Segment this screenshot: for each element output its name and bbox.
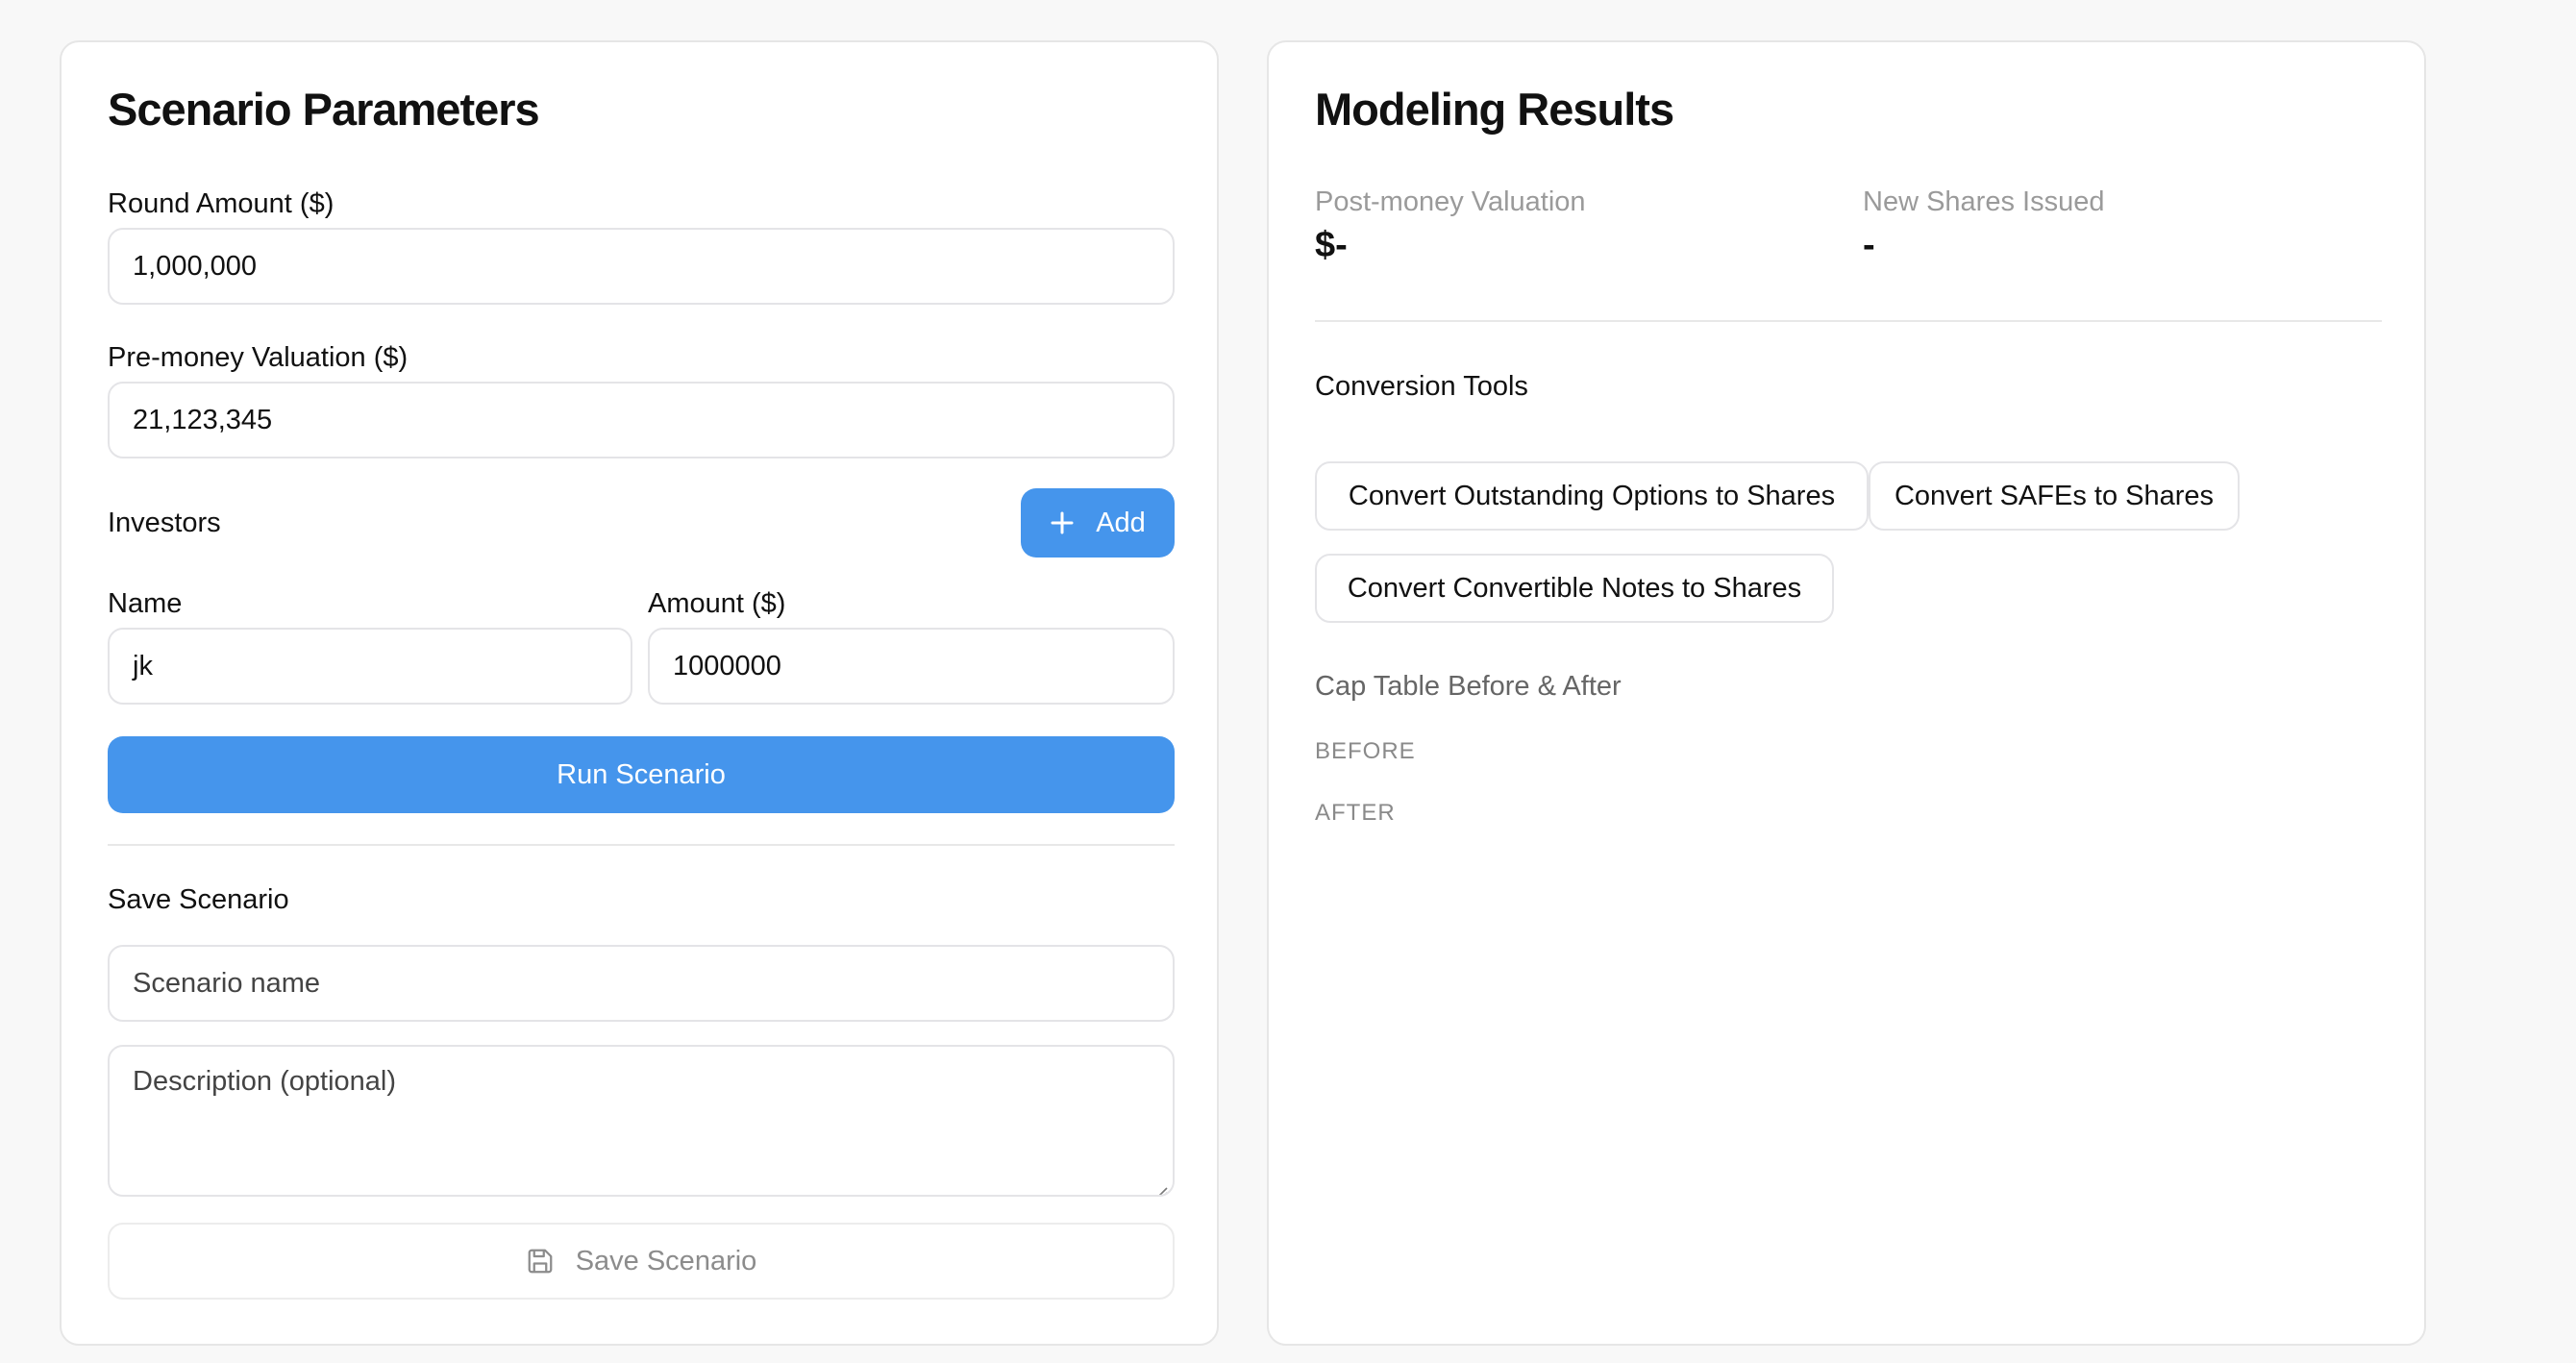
- results-divider: [1315, 320, 2382, 322]
- round-amount-label: Round Amount ($): [108, 188, 334, 219]
- add-investor-button[interactable]: Add: [1021, 488, 1175, 558]
- investor-name-input[interactable]: jk: [108, 628, 632, 705]
- post-money-valuation-value: $-: [1315, 225, 1348, 265]
- save-scenario-button[interactable]: Save Scenario: [108, 1223, 1175, 1300]
- pre-money-valuation-label: Pre-money Valuation ($): [108, 342, 409, 373]
- new-shares-issued-value: -: [1863, 225, 1875, 265]
- modeling-results-card: Modeling Results Post-money Valuation $-…: [1267, 40, 2426, 1346]
- convert-notes-label: Convert Convertible Notes to Shares: [1347, 572, 1802, 604]
- run-scenario-button[interactable]: Run Scenario: [108, 736, 1175, 813]
- convert-options-label: Convert Outstanding Options to Shares: [1348, 480, 1836, 511]
- section-divider: [108, 844, 1175, 846]
- conversion-tools-label: Conversion Tools: [1315, 371, 1528, 402]
- round-amount-value: 1,000,000: [133, 250, 258, 282]
- scenario-parameters-title: Scenario Parameters: [108, 84, 540, 135]
- resize-handle-icon[interactable]: [1153, 1176, 1169, 1195]
- investor-amount-column-label: Amount ($): [648, 588, 786, 619]
- save-scenario-button-label: Save Scenario: [575, 1245, 757, 1276]
- convert-safes-label: Convert SAFEs to Shares: [1894, 480, 2215, 511]
- modeling-results-title: Modeling Results: [1315, 84, 1674, 135]
- cap-table-title: Cap Table Before & After: [1315, 671, 1622, 702]
- save-icon: [526, 1247, 555, 1276]
- plus-icon: [1050, 510, 1075, 535]
- investor-amount-input[interactable]: 1000000: [648, 628, 1175, 705]
- scenario-name-input[interactable]: Scenario name: [108, 945, 1175, 1022]
- run-scenario-label: Run Scenario: [557, 758, 726, 790]
- round-amount-input[interactable]: 1,000,000: [108, 228, 1175, 305]
- pre-money-valuation-value: 21,123,345: [133, 404, 273, 435]
- convert-notes-button[interactable]: Convert Convertible Notes to Shares: [1315, 554, 1834, 623]
- investor-name-value: jk: [133, 650, 153, 682]
- investors-label: Investors: [108, 508, 221, 538]
- investor-amount-value: 1000000: [673, 650, 781, 682]
- post-money-valuation-label: Post-money Valuation: [1315, 186, 1586, 217]
- cap-table-before-label: BEFORE: [1315, 738, 1416, 764]
- convert-safes-button[interactable]: Convert SAFEs to Shares: [1869, 461, 2240, 531]
- cap-table-after-label: AFTER: [1315, 800, 1396, 826]
- scenario-parameters-card: Scenario Parameters Round Amount ($) 1,0…: [60, 40, 1219, 1346]
- description-textarea[interactable]: Description (optional): [108, 1045, 1175, 1197]
- save-scenario-section-label: Save Scenario: [108, 884, 289, 915]
- scenario-name-placeholder: Scenario name: [133, 967, 321, 999]
- investor-name-column-label: Name: [108, 588, 183, 619]
- convert-options-button[interactable]: Convert Outstanding Options to Shares: [1315, 461, 1869, 531]
- description-placeholder: Description (optional): [133, 1066, 397, 1097]
- pre-money-valuation-input[interactable]: 21,123,345: [108, 382, 1175, 458]
- add-button-label: Add: [1096, 507, 1146, 538]
- new-shares-issued-label: New Shares Issued: [1863, 186, 2105, 217]
